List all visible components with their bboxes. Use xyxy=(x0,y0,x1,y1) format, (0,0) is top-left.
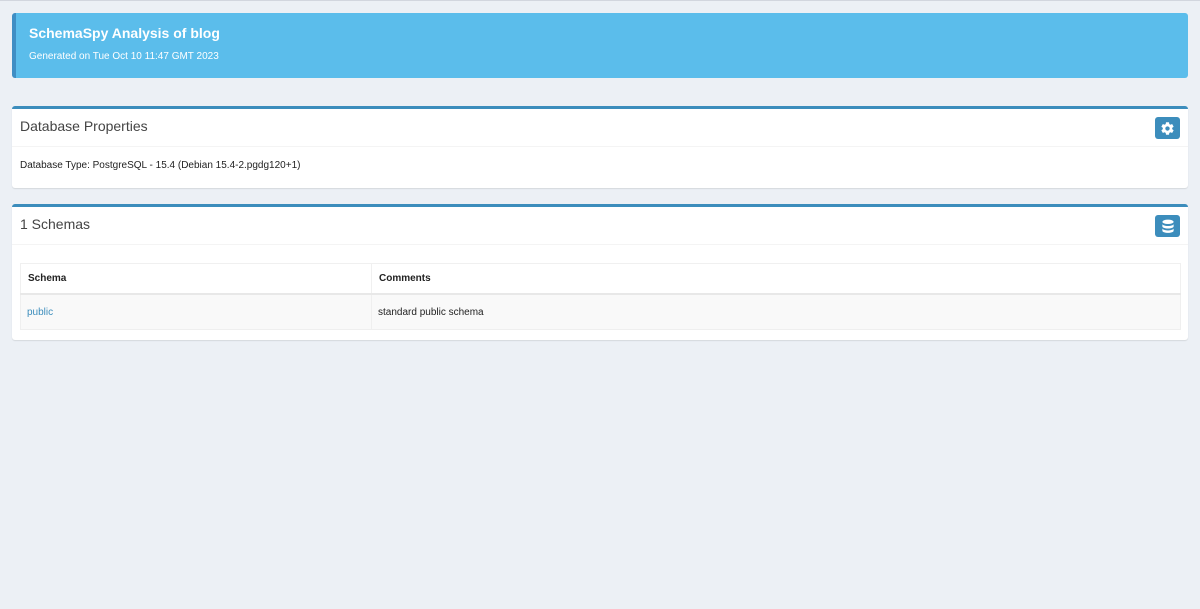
schema-column-header[interactable]: Schema xyxy=(20,263,372,295)
comments-column-header[interactable]: Comments xyxy=(371,263,1181,295)
schema-link-public[interactable]: public xyxy=(27,307,53,318)
comments-cell: standard public schema xyxy=(371,293,1181,330)
schemas-header: 1 Schemas xyxy=(12,207,1188,245)
page: SchemaSpy Analysis of blog Generated on … xyxy=(0,0,1200,609)
table-header-row: Schema Comments xyxy=(20,263,1181,295)
database-properties-title: Database Properties xyxy=(20,118,148,134)
table-row: public standard public schema xyxy=(20,293,1181,330)
schema-cell: public xyxy=(20,293,372,330)
database-properties-box: Database Properties Database Type: Postg… xyxy=(12,106,1188,188)
top-divider xyxy=(0,0,1200,1)
database-type-text: Database Type: PostgreSQL - 15.4 (Debian… xyxy=(20,160,301,171)
generated-timestamp: Generated on Tue Oct 10 11:47 GMT 2023 xyxy=(29,51,219,62)
database-icon xyxy=(1155,215,1180,237)
schemas-table: Schema Comments public standard public s… xyxy=(20,263,1181,330)
gear-icon xyxy=(1155,117,1180,139)
analysis-callout: SchemaSpy Analysis of blog Generated on … xyxy=(12,13,1188,78)
schemas-title: 1 Schemas xyxy=(20,216,91,232)
database-properties-header: Database Properties xyxy=(12,109,1188,147)
schemas-box: 1 Schemas Schema Comments public standar… xyxy=(12,204,1188,340)
page-title: SchemaSpy Analysis of blog xyxy=(29,25,220,41)
